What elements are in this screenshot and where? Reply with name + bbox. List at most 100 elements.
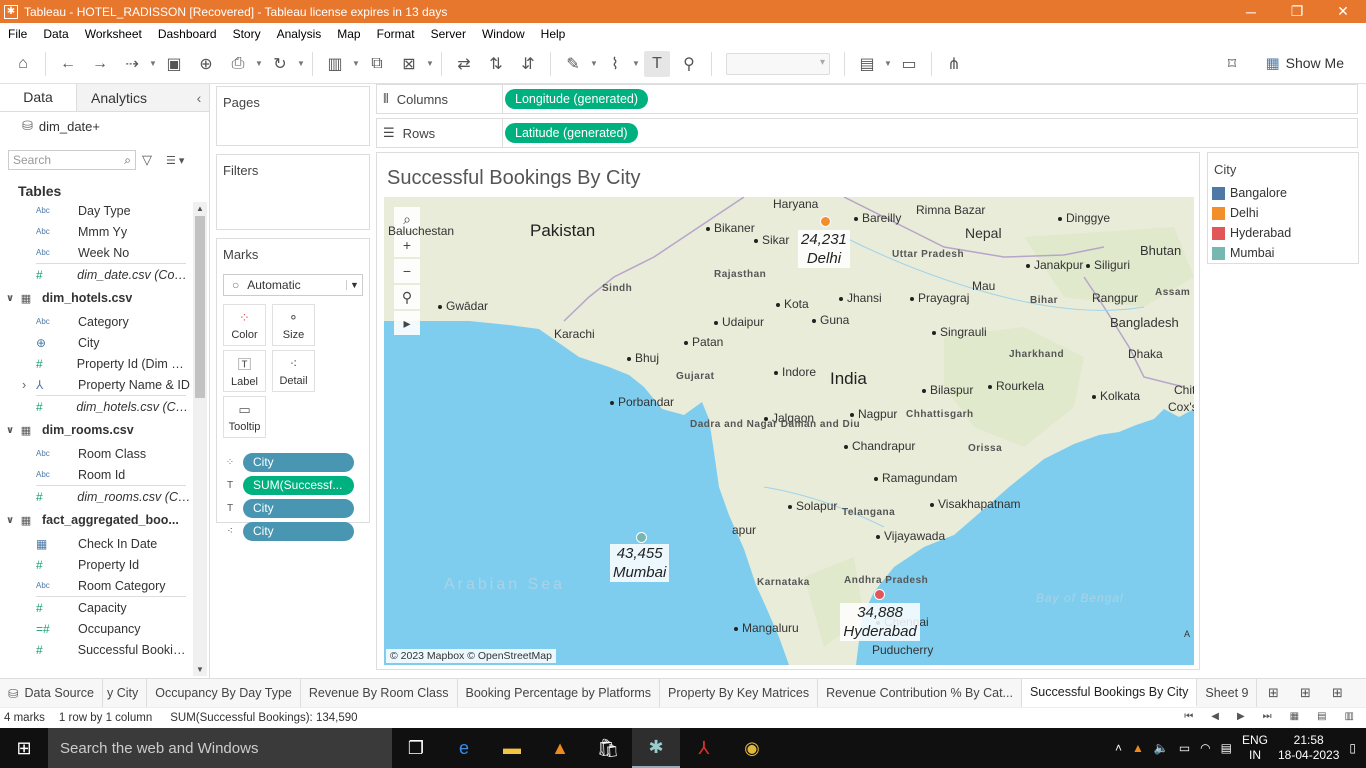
refresh-dropdown-icon[interactable]: ▼: [296, 51, 306, 77]
replay-icon[interactable]: ⇢: [119, 51, 145, 77]
restore-button[interactable]: ❐: [1274, 3, 1320, 20]
field-item[interactable]: ⅄ Property Name & ID ›: [0, 374, 192, 395]
home-icon[interactable]: ⌂: [10, 51, 36, 77]
group-dropdown-icon[interactable]: ▼: [631, 51, 641, 77]
show-labels-icon[interactable]: T: [644, 50, 670, 77]
filter-icon[interactable]: ▽: [142, 152, 152, 168]
legend-item[interactable]: Bangalore: [1208, 183, 1358, 203]
new-worksheet-icon[interactable]: ⊞: [1257, 685, 1289, 701]
field-item[interactable]: Abc Room Class: [0, 443, 192, 464]
show-filmstrip-icon[interactable]: ▦: [1290, 711, 1299, 722]
tab-analytics[interactable]: Analytics ‹: [76, 84, 209, 111]
vlc-tray-icon[interactable]: ▲: [1132, 741, 1144, 755]
prev-sheet-icon[interactable]: ◀: [1211, 711, 1219, 722]
tooltip-button[interactable]: ▭ Tooltip: [223, 396, 266, 438]
data-source-tab[interactable]: ⛁ Data Source: [0, 679, 103, 707]
edge-icon[interactable]: e: [440, 728, 488, 768]
new-worksheet-dropdown-icon[interactable]: ▼: [351, 51, 361, 77]
pin-icon[interactable]: ⚲: [394, 285, 420, 309]
last-sheet-icon[interactable]: ⏭: [1263, 711, 1272, 722]
field-item[interactable]: # dim_hotels.csv (Cou...: [0, 396, 192, 417]
chevron-right-icon[interactable]: ›: [22, 378, 26, 392]
table-row[interactable]: ∨ ▦ dim_rooms.csv: [0, 417, 192, 443]
show-cards-icon[interactable]: ▤: [854, 51, 880, 77]
show-cards-dropdown-icon[interactable]: ▼: [883, 51, 893, 77]
field-item[interactable]: Abc Room Category: [0, 575, 192, 596]
field-item[interactable]: # dim_rooms.csv (Co...: [0, 486, 192, 507]
rows-shelf[interactable]: ☰ Rows Latitude (generated): [376, 118, 1358, 148]
sheet-tab[interactable]: Revenue By Room Class: [301, 679, 458, 707]
pause-dropdown-icon[interactable]: ▼: [254, 51, 264, 77]
label-button[interactable]: 🅃 Label: [223, 350, 266, 392]
field-item[interactable]: Abc Week No: [0, 242, 192, 263]
new-dashboard-icon[interactable]: ⊞: [1289, 685, 1321, 701]
columns-shelf[interactable]: ⦀ Columns Longitude (generated): [376, 84, 1358, 114]
highlight-dropdown-icon[interactable]: ▼: [589, 51, 599, 77]
chevron-down-icon[interactable]: ∨: [0, 515, 16, 526]
collapse-pane-icon[interactable]: ‹: [189, 90, 209, 106]
city-mark-delhi[interactable]: [820, 216, 831, 227]
field-item[interactable]: # Property Id: [0, 554, 192, 575]
action-center-icon[interactable]: ▯: [1349, 741, 1356, 755]
sheet-tab[interactable]: y City: [103, 679, 148, 707]
taskbar-clock[interactable]: 21:58 18-04-2023: [1278, 733, 1339, 763]
new-worksheet-icon[interactable]: ▥: [322, 51, 348, 77]
tab-data[interactable]: Data: [0, 84, 76, 111]
show-tabs-icon[interactable]: ▤: [1317, 711, 1326, 722]
menu-help[interactable]: Help: [533, 27, 574, 41]
fix-axes-icon[interactable]: ⚲: [676, 51, 702, 77]
pages-shelf[interactable]: Pages: [216, 86, 370, 146]
show-me-button[interactable]: ▦ Show Me: [1265, 54, 1344, 72]
table-row[interactable]: ∨ ▦ dim_hotels.csv: [0, 285, 192, 311]
store-icon[interactable]: 🛍: [584, 728, 632, 768]
scroll-up-icon[interactable]: ▲: [194, 204, 206, 213]
menu-window[interactable]: Window: [474, 27, 533, 41]
chevron-down-icon[interactable]: ∨: [0, 293, 16, 304]
pause-updates-icon[interactable]: ⎙: [225, 51, 251, 77]
longitude-pill[interactable]: Longitude (generated): [505, 89, 649, 109]
menu-worksheet[interactable]: Worksheet: [77, 27, 150, 41]
chevron-down-icon[interactable]: ∨: [0, 425, 16, 436]
battery-icon[interactable]: ▭: [1179, 741, 1190, 755]
new-story-icon[interactable]: ⊞: [1321, 685, 1353, 701]
color-button[interactable]: ⁘ Color: [223, 304, 266, 346]
field-item[interactable]: # Successful Bookings: [0, 639, 192, 660]
sort-ascending-icon[interactable]: ⇅: [483, 51, 509, 77]
menu-server[interactable]: Server: [423, 27, 474, 41]
notification-icon[interactable]: ▤: [1221, 741, 1232, 755]
sort-descending-icon[interactable]: ⇵: [515, 51, 541, 77]
menu-analysis[interactable]: Analysis: [269, 27, 330, 41]
sheet-tab[interactable]: Occupancy By Day Type: [147, 679, 301, 707]
field-list-scrollbar[interactable]: ▲ ▼: [193, 202, 207, 676]
fit-select[interactable]: [726, 52, 830, 75]
group-icon[interactable]: ⌇: [602, 51, 628, 77]
save-icon[interactable]: ▣: [161, 51, 187, 77]
taskbar-search-input[interactable]: Search the web and Windows: [48, 728, 392, 768]
city-color-pill[interactable]: City: [243, 452, 354, 472]
menu-map[interactable]: Map: [329, 27, 368, 41]
presentation-mode-icon[interactable]: ▭: [896, 51, 922, 77]
sum-bookings-label-pill[interactable]: SUM(Successf...: [243, 475, 354, 495]
clear-dropdown-icon[interactable]: ▼: [425, 51, 435, 77]
search-input[interactable]: Search ⌕: [8, 150, 136, 170]
field-item[interactable]: # Property Id (Dim Ho...: [0, 353, 192, 374]
format-painter-icon[interactable]: ⌑: [1219, 51, 1245, 77]
next-sheet-icon[interactable]: ▶: [1237, 711, 1245, 722]
view-options-icon[interactable]: ☰ ▾: [166, 154, 184, 167]
city-detail-pill[interactable]: City: [243, 521, 354, 541]
menu-story[interactable]: Story: [225, 27, 269, 41]
table-row[interactable]: ∨ ▦ fact_aggregated_boo...: [0, 507, 192, 533]
redo-icon[interactable]: →: [87, 51, 113, 77]
vlc-icon[interactable]: ▲: [536, 728, 584, 768]
field-item[interactable]: Abc Mmm Yy: [0, 221, 192, 242]
field-item[interactable]: # dim_date.csv (Count): [0, 264, 192, 285]
undo-icon[interactable]: ←: [55, 51, 81, 77]
detail-button[interactable]: ⁖ Detail: [272, 350, 315, 392]
refresh-icon[interactable]: ↻: [267, 51, 293, 77]
tableau-taskbar-icon[interactable]: ✱: [632, 728, 680, 768]
expand-icon[interactable]: ▸: [394, 311, 420, 335]
menu-data[interactable]: Data: [35, 27, 76, 41]
field-item[interactable]: =# Occupancy: [0, 618, 192, 639]
share-icon[interactable]: ⋔: [941, 51, 967, 77]
windows-start-icon[interactable]: ⊞: [0, 728, 48, 768]
